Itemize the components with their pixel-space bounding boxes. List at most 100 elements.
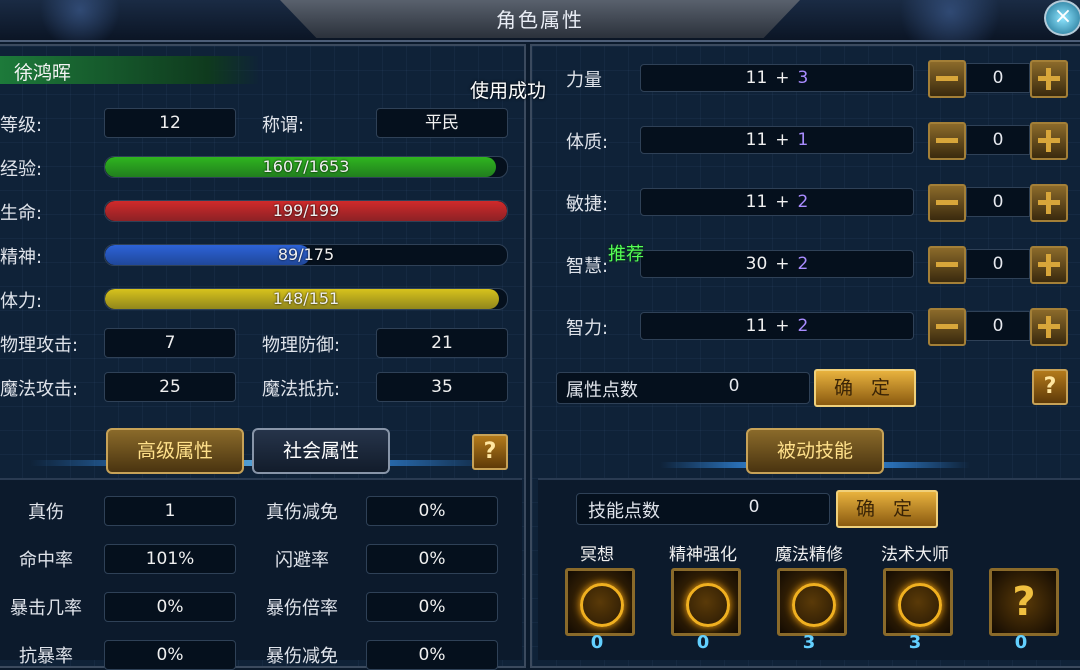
spirit-text: 89/175 bbox=[277, 245, 335, 264]
hp-label: 生命: bbox=[0, 203, 43, 224]
attribute-bonus: 3 bbox=[797, 68, 809, 88]
level-value: 12 bbox=[104, 108, 236, 138]
character-name: 徐鸿晖 bbox=[14, 62, 72, 84]
advanced-label: 抗暴率 bbox=[19, 646, 73, 667]
attribute-label: 智慧: bbox=[566, 256, 609, 277]
skill-glyph bbox=[898, 583, 942, 627]
mres-value: 35 bbox=[376, 372, 508, 402]
attribute-plus: + bbox=[775, 192, 790, 212]
decrease-button[interactable] bbox=[928, 308, 966, 346]
increase-button[interactable] bbox=[1030, 60, 1068, 98]
skill-level: 0 bbox=[1014, 632, 1028, 653]
skill-glyph bbox=[686, 583, 730, 627]
skill-glyph bbox=[580, 583, 624, 627]
exp-text: 1607/1653 bbox=[262, 157, 350, 176]
hp-text: 199/199 bbox=[272, 201, 340, 220]
hp-bar: 199/199 bbox=[104, 200, 508, 222]
spell-master-icon[interactable] bbox=[883, 568, 953, 636]
attribute-label: 力量 bbox=[566, 70, 602, 91]
advanced-label: 命中率 bbox=[19, 550, 73, 571]
attribute-label: 体质: bbox=[566, 132, 609, 153]
question-mark: ? bbox=[1012, 579, 1036, 625]
stamina-bar: 148/151 bbox=[104, 288, 508, 310]
attribute-plus: + bbox=[775, 254, 790, 274]
allocated-points: 0 bbox=[966, 63, 1030, 93]
attribute-plus: + bbox=[775, 68, 790, 88]
advanced-label: 暴伤减免 bbox=[266, 646, 338, 667]
increase-button[interactable] bbox=[1030, 184, 1068, 222]
exp-bar: 1607/1653 bbox=[104, 156, 508, 178]
toast-message: 使用成功 bbox=[470, 80, 547, 102]
advanced-value: 0% bbox=[366, 544, 498, 574]
attribute-bonus: 2 bbox=[797, 316, 809, 336]
attribute-value: 11 +1 bbox=[640, 126, 914, 154]
matk-label: 魔法攻击: bbox=[0, 379, 79, 400]
decrease-button[interactable] bbox=[928, 122, 966, 160]
stamina-text: 148/151 bbox=[272, 289, 340, 308]
advanced-label: 暴击几率 bbox=[10, 598, 82, 619]
meditation-icon[interactable] bbox=[565, 568, 635, 636]
skill-points-value: 0 bbox=[748, 497, 760, 517]
attribute-confirm-button[interactable]: 确 定 bbox=[814, 369, 916, 407]
spirit-bar: 89/175 bbox=[104, 244, 508, 266]
magic-mastery-icon[interactable] bbox=[777, 568, 847, 636]
attribute-value: 11 +3 bbox=[640, 64, 914, 92]
allocated-points: 0 bbox=[966, 125, 1030, 155]
level-label: 等级: bbox=[0, 115, 43, 136]
spirit-label: 精神: bbox=[0, 247, 43, 268]
decrease-button[interactable] bbox=[928, 246, 966, 284]
attribute-points-value: 0 bbox=[728, 376, 740, 396]
skill-name: 法术大师 bbox=[881, 545, 949, 565]
advanced-label: 真伤 bbox=[28, 502, 64, 523]
attribute-base: 11 bbox=[745, 316, 768, 336]
patk-value: 7 bbox=[104, 328, 236, 358]
attribute-bonus: 1 bbox=[797, 130, 809, 150]
tab-passive-skills[interactable]: 被动技能 bbox=[746, 428, 884, 474]
tab-advanced-attributes[interactable]: 高级属性 bbox=[106, 428, 244, 474]
allocated-points: 0 bbox=[966, 187, 1030, 217]
pdef-label: 物理防御: bbox=[262, 335, 341, 356]
help-button-right[interactable]: ? bbox=[1032, 369, 1068, 405]
spirit-boost-icon[interactable] bbox=[671, 568, 741, 636]
increase-button[interactable] bbox=[1030, 246, 1068, 284]
pdef-value: 21 bbox=[376, 328, 508, 358]
attribute-value: 11 +2 bbox=[640, 188, 914, 216]
window-title: 角色属性 bbox=[496, 8, 584, 32]
exp-label: 经验: bbox=[0, 159, 43, 180]
unknown-skill-icon[interactable]: ? bbox=[989, 568, 1059, 636]
skill-confirm-button[interactable]: 确 定 bbox=[836, 490, 938, 528]
skill-level: 0 bbox=[696, 632, 710, 653]
skill-level: 3 bbox=[802, 632, 816, 653]
skill-name: 魔法精修 bbox=[775, 545, 843, 565]
help-button-left[interactable]: ? bbox=[472, 434, 508, 470]
title-value: 平民 bbox=[376, 108, 508, 138]
advanced-value: 0% bbox=[366, 496, 498, 526]
attribute-points-label: 属性点数 bbox=[566, 380, 638, 401]
decrease-button[interactable] bbox=[928, 60, 966, 98]
attribute-base: 30 bbox=[745, 254, 768, 274]
patk-label: 物理攻击: bbox=[0, 335, 79, 356]
advanced-value: 1 bbox=[104, 496, 236, 526]
advanced-label: 暴伤倍率 bbox=[266, 598, 338, 619]
increase-button[interactable] bbox=[1030, 122, 1068, 160]
attribute-bonus: 2 bbox=[797, 192, 809, 212]
recommend-tag: 推荐 bbox=[608, 244, 644, 265]
skill-glyph bbox=[792, 583, 836, 627]
close-button[interactable]: × bbox=[1044, 0, 1080, 36]
attribute-label: 智力: bbox=[566, 318, 609, 339]
advanced-value: 0% bbox=[104, 640, 236, 670]
attribute-plus: + bbox=[775, 130, 790, 150]
allocated-points: 0 bbox=[966, 249, 1030, 279]
mres-label: 魔法抵抗: bbox=[262, 379, 341, 400]
attribute-value: 11 +2 bbox=[640, 312, 914, 340]
matk-value: 25 bbox=[104, 372, 236, 402]
decrease-button[interactable] bbox=[928, 184, 966, 222]
skill-points-label: 技能点数 bbox=[588, 501, 660, 522]
advanced-value: 0% bbox=[104, 592, 236, 622]
skill-level: 3 bbox=[908, 632, 922, 653]
stamina-label: 体力: bbox=[0, 291, 43, 312]
allocated-points: 0 bbox=[966, 311, 1030, 341]
increase-button[interactable] bbox=[1030, 308, 1068, 346]
tab-social-attributes[interactable]: 社会属性 bbox=[252, 428, 390, 474]
skill-name: 冥想 bbox=[580, 545, 614, 565]
